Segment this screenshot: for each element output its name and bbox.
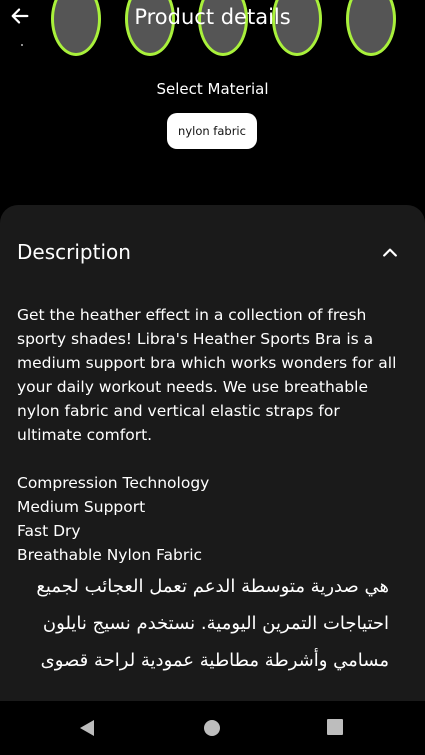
- feature-list: Compression Technology Medium Support Fa…: [17, 471, 209, 567]
- nav-recents-square-icon[interactable]: [327, 719, 343, 735]
- material-section-label: Select Material: [156, 80, 269, 98]
- nav-home-circle-icon[interactable]: [203, 719, 221, 737]
- feature-item: Compression Technology: [17, 474, 210, 492]
- material-chip-nylon-fabric[interactable]: nylon fabric: [167, 113, 257, 149]
- page-title: Product details: [134, 5, 291, 29]
- feature-item: Breathable Nylon Fabric: [17, 546, 203, 564]
- feature-item: Medium Support: [17, 498, 146, 516]
- feature-item: Fast Dry: [17, 522, 81, 540]
- description-heading: Description: [17, 240, 131, 264]
- description-text: Get the heather effect in a collection o…: [17, 306, 397, 444]
- chevron-up-icon[interactable]: [380, 243, 400, 263]
- material-chip-label: nylon fabric: [178, 124, 246, 138]
- nav-back-triangle-icon[interactable]: [78, 719, 96, 737]
- arabic-description: هي صدرية متوسطة الدعم تعمل العجائب لجميع…: [36, 576, 389, 671]
- top-app-bar: Product details: [0, 0, 425, 34]
- scroll-indicator-dot: [21, 44, 23, 46]
